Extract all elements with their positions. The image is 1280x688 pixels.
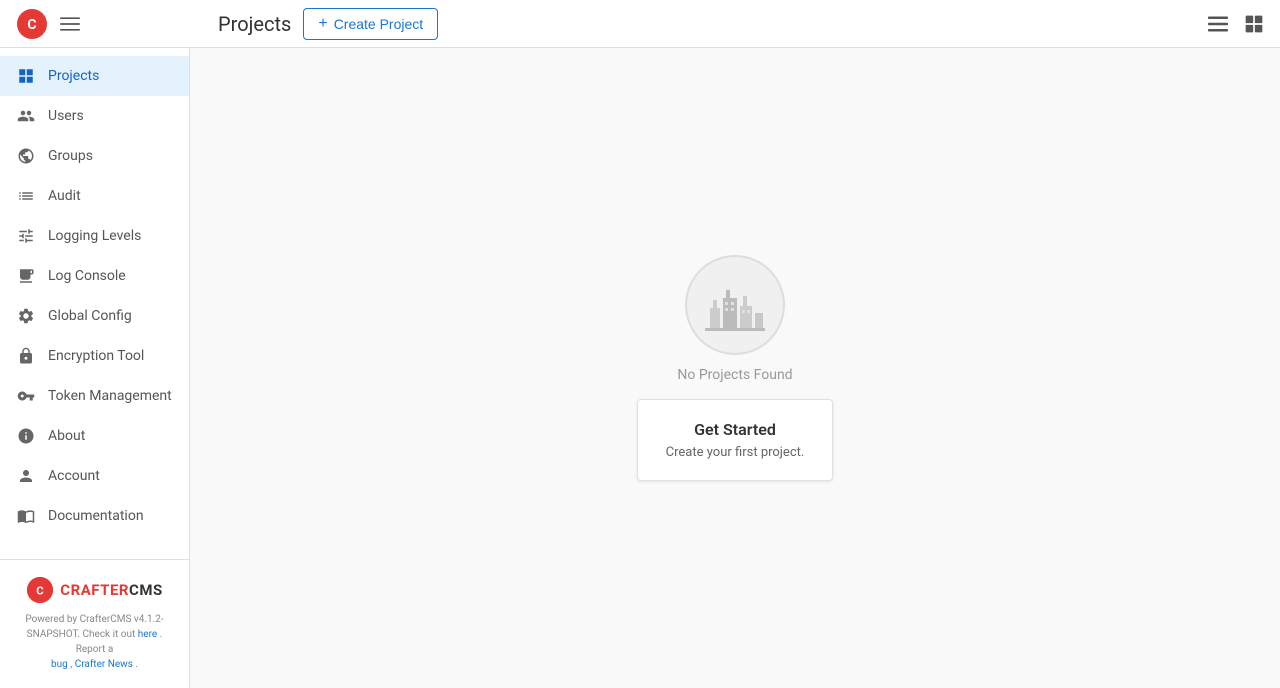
sidebar-item-about[interactable]: About — [0, 416, 189, 456]
layout: Projects Users Groups Audit — [0, 0, 1280, 688]
groups-icon — [16, 146, 36, 166]
logging-levels-icon — [16, 226, 36, 246]
crafter-news-link[interactable]: Crafter News — [75, 659, 133, 670]
svg-text:C: C — [27, 17, 36, 33]
bug-link[interactable]: bug — [51, 659, 68, 670]
sidebar-item-label-logging-levels: Logging Levels — [48, 228, 141, 244]
sidebar-item-label-encryption-tool: Encryption Tool — [48, 348, 144, 364]
sidebar-item-label-users: Users — [48, 108, 84, 124]
sidebar-item-encryption-tool[interactable]: Encryption Tool — [0, 336, 189, 376]
no-projects-illustration — [705, 278, 765, 333]
sidebar-item-groups[interactable]: Groups — [0, 136, 189, 176]
here-link[interactable]: here — [138, 629, 157, 640]
sidebar-item-label-audit: Audit — [48, 188, 81, 204]
sidebar-item-users[interactable]: Users — [0, 96, 189, 136]
projects-icon — [16, 66, 36, 86]
create-project-label: Create Project — [334, 16, 423, 32]
header-actions — [1208, 14, 1264, 34]
global-config-icon — [16, 306, 36, 326]
sidebar-item-label-documentation: Documentation — [48, 508, 144, 524]
crafter-footer-logo-text: CRAFTERCMS — [60, 581, 162, 599]
list-view-button[interactable] — [1208, 14, 1228, 34]
encryption-tool-icon — [16, 346, 36, 366]
get-started-card: Get Started Create your first project. — [637, 399, 834, 481]
token-management-icon — [16, 386, 36, 406]
no-projects-text: No Projects Found — [677, 367, 792, 383]
sidebar-item-label-token-management: Token Management — [48, 388, 172, 404]
sidebar-item-account[interactable]: Account — [0, 456, 189, 496]
header: C Projects + Create Project — [0, 0, 1280, 48]
users-icon — [16, 106, 36, 126]
header-logo-area: C — [16, 8, 206, 40]
create-project-button[interactable]: + Create Project — [303, 8, 438, 40]
sidebar-item-label-groups: Groups — [48, 148, 93, 164]
period-end: . — [135, 659, 138, 670]
sidebar-item-token-management[interactable]: Token Management — [0, 376, 189, 416]
grid-view-button[interactable] — [1244, 14, 1264, 34]
sidebar-item-documentation[interactable]: Documentation — [0, 496, 189, 536]
crafter-footer-logo-icon: C — [26, 576, 54, 604]
account-icon — [16, 466, 36, 486]
plus-icon: + — [318, 15, 327, 33]
sidebar-item-global-config[interactable]: Global Config — [0, 296, 189, 336]
audit-icon — [16, 186, 36, 206]
empty-state: No Projects Found Get Started Create you… — [637, 255, 834, 481]
page-title: Projects — [218, 12, 291, 36]
sidebar-item-projects[interactable]: Projects — [0, 56, 189, 96]
log-console-icon — [16, 266, 36, 286]
documentation-icon — [16, 506, 36, 526]
about-icon — [16, 426, 36, 446]
sidebar-item-label-log-console: Log Console — [48, 268, 126, 284]
sidebar-item-label-projects: Projects — [48, 68, 99, 84]
sidebar-item-label-global-config: Global Config — [48, 308, 132, 324]
sidebar-item-logging-levels[interactable]: Logging Levels — [0, 216, 189, 256]
main-content: No Projects Found Get Started Create you… — [190, 48, 1280, 688]
crafter-logo: C CRAFTERCMS — [16, 576, 173, 604]
svg-text:C: C — [37, 583, 45, 597]
sidebar-footer: C CRAFTERCMS Powered by CrafterCMS v4.1.… — [0, 559, 189, 688]
get-started-title: Get Started — [666, 420, 805, 439]
sidebar-item-label-account: Account — [48, 468, 100, 484]
sidebar-nav: Projects Users Groups Audit — [0, 48, 189, 559]
footer-version-text: Powered by CrafterCMS v4.1.2-SNAPSHOT. C… — [16, 612, 173, 672]
sidebar: Projects Users Groups Audit — [0, 48, 190, 688]
empty-state-icon-circle — [685, 255, 785, 355]
sidebar-item-log-console[interactable]: Log Console — [0, 256, 189, 296]
sidebar-item-audit[interactable]: Audit — [0, 176, 189, 216]
crafter-logo-icon: C — [16, 8, 48, 40]
get-started-subtitle: Create your first project. — [666, 445, 805, 460]
sidebar-item-label-about: About — [48, 428, 85, 444]
menu-toggle-icon[interactable] — [60, 14, 80, 34]
